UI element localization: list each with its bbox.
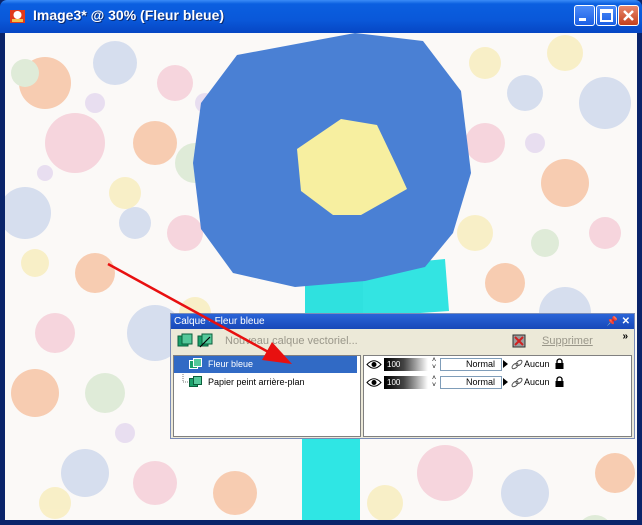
layer-row-fleur-bleue[interactable]: Fleur bleue (174, 356, 357, 373)
delete-layer-button[interactable]: Supprimer (542, 335, 593, 347)
link-icon[interactable] (511, 377, 523, 388)
maximize-button[interactable] (596, 5, 617, 26)
opacity-slider[interactable]: 100 (384, 358, 428, 371)
chevron-right-icon[interactable] (503, 378, 508, 386)
close-icon (623, 10, 634, 21)
image-window: Image3* @ 30% (Fleur bleue) Calque - Fle… (0, 0, 642, 525)
new-raster-layer-icon[interactable] (177, 333, 193, 349)
blend-mode-select[interactable]: Normal (440, 376, 502, 389)
maximize-icon (600, 9, 613, 22)
lock-icon[interactable] (554, 358, 565, 370)
flower-artwork (193, 33, 471, 520)
layer-row-papier-peint[interactable]: Papier peint arrière-plan (174, 374, 357, 391)
layer-group-label: Aucun (524, 359, 550, 369)
close-button[interactable] (618, 5, 639, 26)
pin-icon[interactable]: 📌 (607, 314, 618, 329)
title-bar[interactable]: Image3* @ 30% (Fleur bleue) (0, 0, 642, 33)
layer-list: Fleur bleue Papier peint arrière-plan (173, 355, 361, 437)
window-title: Image3* @ 30% (Fleur bleue) (33, 7, 225, 23)
new-vector-layer-button[interactable]: Nouveau calque vectoriel... (225, 335, 358, 347)
visibility-eye-icon[interactable] (366, 359, 382, 370)
layers-palette-title-bar[interactable]: Calque - Fleur bleue 📌 ✕ (171, 314, 634, 329)
layer-name: Papier peint arrière-plan (208, 377, 305, 387)
minimize-icon (579, 18, 586, 21)
delete-layer-icon[interactable] (511, 333, 527, 349)
layer-name: Fleur bleue (208, 359, 254, 369)
layers-palette-title: Calque - Fleur bleue (174, 316, 265, 327)
minimize-button[interactable] (574, 5, 595, 26)
raster-layer-icon (189, 358, 202, 369)
raster-layer-icon (189, 376, 202, 387)
image-canvas[interactable] (5, 33, 637, 520)
visibility-eye-icon[interactable] (366, 377, 382, 388)
link-icon[interactable] (511, 359, 523, 370)
lock-icon[interactable] (554, 376, 565, 388)
opacity-spinner[interactable]: ˄ ˅ (432, 375, 436, 389)
palette-close-icon[interactable]: ✕ (622, 314, 630, 329)
opacity-spinner[interactable]: ˄ ˅ (432, 357, 436, 371)
chevron-right-icon[interactable] (503, 360, 508, 368)
toolbar-overflow-button[interactable]: » (622, 331, 628, 342)
app-icon (10, 10, 25, 23)
layer-properties: 100 ˄ ˅ Normal Aucun 100 ˄ ˅ Normal Aucun (363, 355, 632, 437)
layer-properties-row: 100 ˄ ˅ Normal Aucun (364, 374, 631, 391)
opacity-slider[interactable]: 100 (384, 376, 428, 389)
new-vector-layer-icon[interactable] (197, 333, 213, 349)
layer-group-label: Aucun (524, 377, 550, 387)
image-content (5, 33, 635, 520)
layers-toolbar: Nouveau calque vectoriel... Supprimer » (171, 329, 634, 353)
blend-mode-select[interactable]: Normal (440, 358, 502, 371)
layer-properties-row: 100 ˄ ˅ Normal Aucun (364, 356, 631, 373)
layers-palette: Calque - Fleur bleue 📌 ✕ Nouveau calque … (170, 313, 635, 439)
